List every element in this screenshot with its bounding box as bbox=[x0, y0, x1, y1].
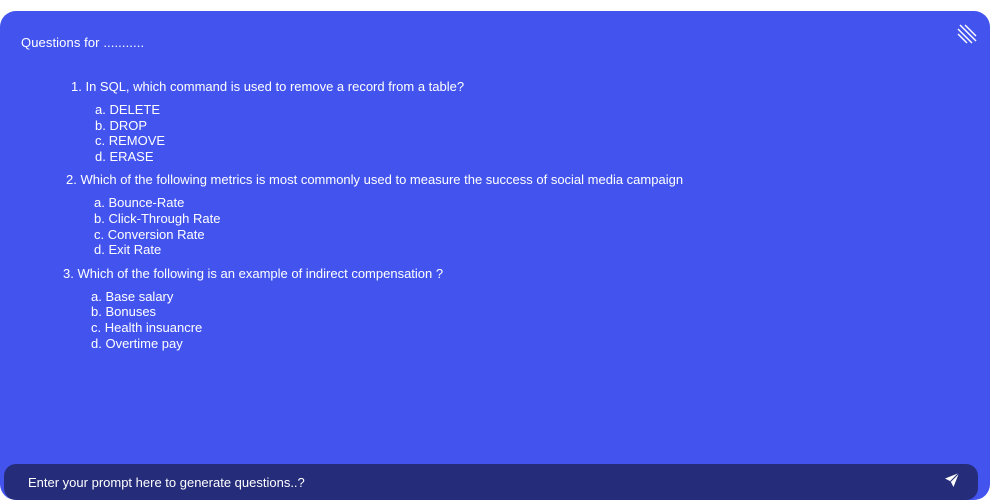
send-button[interactable] bbox=[942, 472, 962, 492]
question-item: 2. Which of the following metrics is mos… bbox=[0, 172, 760, 257]
question-item: 3. Which of the following is an example … bbox=[0, 266, 760, 351]
option-item: d. Exit Rate bbox=[94, 242, 162, 258]
question-number: 2. bbox=[66, 172, 81, 188]
question-text: 2. Which of the following metrics is mos… bbox=[0, 172, 706, 188]
question-list: 1. In SQL, which command is used to remo… bbox=[0, 79, 760, 359]
option-item: b. DROP bbox=[95, 117, 148, 133]
option-item: c. Conversion Rate bbox=[94, 226, 205, 242]
prompt-input[interactable] bbox=[28, 474, 942, 490]
option-item: d. Overtime pay bbox=[91, 335, 183, 351]
option-list: a. Base salary b. Bonuses c. Health insu… bbox=[0, 289, 760, 351]
option-list: a. Bounce-Rate b. Click-Through Rate c. … bbox=[0, 195, 760, 257]
option-item: a. DELETE bbox=[95, 102, 161, 117]
question-number: 3. bbox=[63, 265, 78, 281]
prompt-bar bbox=[4, 464, 978, 500]
option-item: b. Click-Through Rate bbox=[94, 210, 221, 226]
send-icon bbox=[944, 472, 960, 493]
question-panel: Questions for ........... 1. In SQL, whi… bbox=[0, 11, 990, 500]
option-item: d. ERASE bbox=[95, 148, 154, 164]
option-item: a. Base salary bbox=[91, 288, 174, 304]
question-body: Which of the following is an example of … bbox=[77, 265, 444, 281]
question-item: 1. In SQL, which command is used to remo… bbox=[0, 79, 760, 164]
option-list: a. DELETE b. DROP c. REMOVE d. ERASE bbox=[0, 102, 760, 164]
option-item: c. REMOVE bbox=[95, 133, 166, 149]
option-item: b. Bonuses bbox=[91, 304, 157, 320]
option-item: a. Bounce-Rate bbox=[94, 195, 185, 211]
option-item: c. Health insuancre bbox=[91, 319, 203, 335]
question-body: In SQL, which command is used to remove … bbox=[85, 79, 465, 94]
question-text: 3. Which of the following is an example … bbox=[0, 266, 760, 282]
question-text: 1. In SQL, which command is used to remo… bbox=[0, 79, 760, 95]
resize-handle-icon[interactable] bbox=[956, 23, 978, 45]
panel-title: Questions for ........... bbox=[21, 35, 145, 50]
question-body: Which of the following metrics is most c… bbox=[80, 172, 684, 188]
question-number: 1. bbox=[71, 79, 86, 94]
